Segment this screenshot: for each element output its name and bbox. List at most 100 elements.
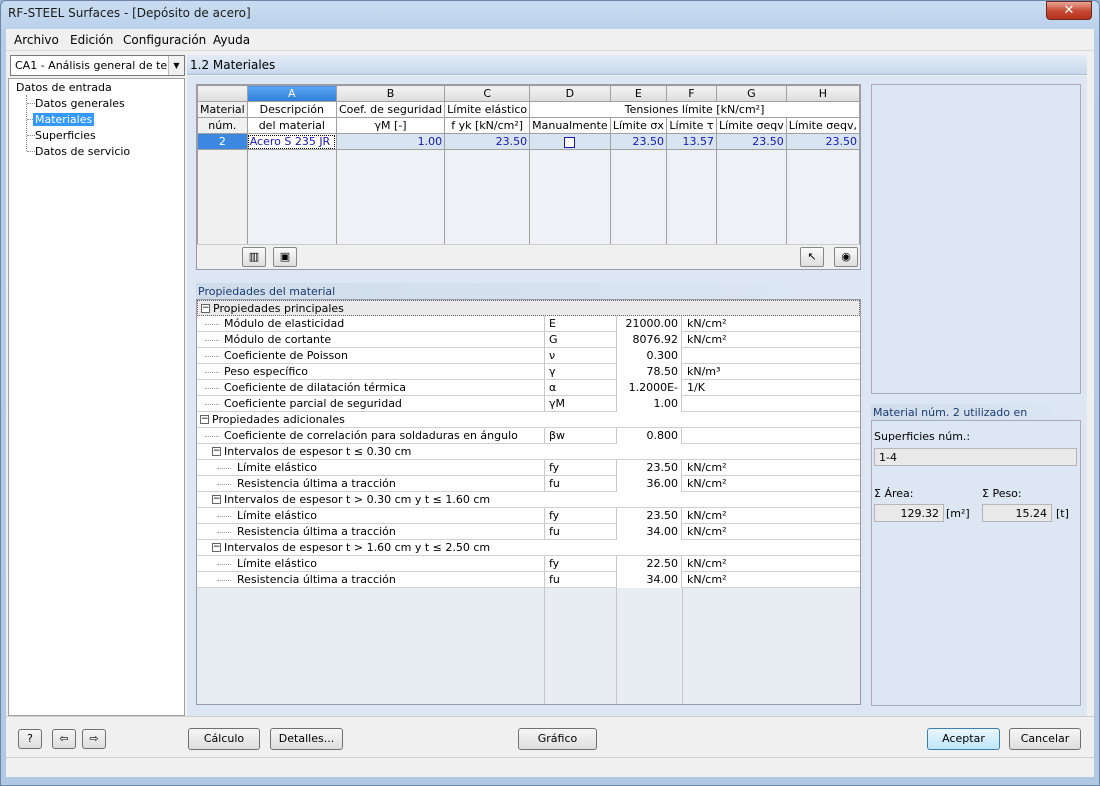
- library-button[interactable]: ▥: [242, 247, 266, 267]
- collapse-icon[interactable]: −: [212, 543, 221, 552]
- collapse-icon[interactable]: −: [200, 415, 209, 424]
- property-group-row[interactable]: − Intervalos de espesor t > 0.30 cm y t ≤…: [197, 492, 860, 508]
- collapse-icon[interactable]: −: [212, 447, 221, 456]
- col-divider: [616, 588, 617, 704]
- property-unit: kN/cm²: [687, 333, 727, 346]
- pick-button[interactable]: ↖: [800, 247, 824, 267]
- export-button[interactable]: ⇨: [82, 729, 106, 749]
- property-value[interactable]: 78.50: [616, 364, 682, 380]
- collapse-icon[interactable]: −: [201, 304, 210, 313]
- property-unit: kN/cm²: [687, 477, 727, 490]
- help-button[interactable]: ?: [18, 729, 42, 749]
- property-group-row[interactable]: − Intervalos de espesor t ≤ 0.30 cm: [197, 444, 860, 460]
- property-group-row[interactable]: − Propiedades principales: [197, 300, 860, 316]
- nav-root-datos-entrada[interactable]: Datos de entrada: [16, 81, 112, 94]
- property-unit: kN/cm²: [687, 509, 727, 522]
- load-case-select[interactable]: CA1 - Análisis general de tensiones ▼: [10, 55, 185, 76]
- col-header-h[interactable]: H: [785, 85, 860, 102]
- col-header-a[interactable]: A: [246, 85, 337, 102]
- property-name: Módulo de elasticidad: [224, 317, 345, 330]
- close-button[interactable]: ✕: [1046, 1, 1092, 20]
- menu-edicion[interactable]: Edición: [70, 33, 113, 47]
- property-value[interactable]: 36.00: [616, 476, 682, 492]
- table-toolbar: ▥ ▣ ↖ ◉: [197, 244, 860, 269]
- col-header-g[interactable]: G: [715, 85, 787, 102]
- cell-divider: [544, 364, 545, 380]
- cell-seqv[interactable]: 23.50: [715, 133, 787, 150]
- tree-line: [217, 564, 231, 565]
- property-value[interactable]: 8076.92: [616, 332, 682, 348]
- col-header-e[interactable]: E: [609, 85, 667, 102]
- col-header-f[interactable]: F: [665, 85, 717, 102]
- sub-header-tau: Límite τ: [665, 117, 717, 134]
- tree-line: [217, 484, 231, 485]
- usage-label: Material núm. 2 utilizado en: [871, 404, 1081, 420]
- property-symbol: fy: [549, 509, 560, 522]
- cell-sx[interactable]: 23.50: [609, 133, 667, 150]
- graph-button[interactable]: Gráfico: [518, 728, 597, 750]
- col-header-b[interactable]: B: [335, 85, 446, 102]
- surfaces-field: 1-4: [874, 448, 1077, 466]
- property-symbol: fu: [549, 477, 560, 490]
- navigation-tree: Datos de entrada Datos generales Materia…: [8, 78, 185, 716]
- property-value[interactable]: 23.50: [616, 508, 682, 524]
- import-icon: ⇦: [59, 732, 69, 745]
- ok-button[interactable]: Aceptar: [927, 728, 1000, 750]
- view-button[interactable]: ◉: [834, 247, 858, 267]
- properties-label: Propiedades del material: [196, 283, 861, 299]
- book-icon: ▥: [248, 250, 260, 263]
- cell-descripcion[interactable]: Acero S 235 JR: [246, 133, 337, 150]
- property-name: Propiedades adicionales: [212, 413, 345, 426]
- property-group-row[interactable]: − Propiedades adicionales: [197, 412, 860, 428]
- nav-item-datos-servicio[interactable]: Datos de servicio: [35, 145, 130, 158]
- import-button[interactable]: ⇦: [52, 729, 76, 749]
- nav-item-superficies[interactable]: Superficies: [35, 129, 96, 142]
- menu-configuracion[interactable]: Configuración: [123, 33, 206, 47]
- property-value[interactable]: 1.2000E-05: [616, 380, 682, 409]
- cell-divider: [544, 508, 545, 524]
- property-name: Resistencia última a tracción: [237, 573, 396, 586]
- property-value[interactable]: 34.00: [616, 572, 682, 588]
- property-unit: kN/m³: [687, 365, 721, 378]
- property-value[interactable]: 34.00: [616, 524, 682, 540]
- cell-tau[interactable]: 13.57: [665, 133, 717, 150]
- property-value[interactable]: 1.00: [616, 396, 682, 412]
- cancel-button[interactable]: Cancelar: [1009, 728, 1081, 750]
- property-value[interactable]: 0.300: [616, 348, 682, 364]
- manual-checkbox[interactable]: [564, 136, 576, 148]
- calc-button[interactable]: Cálculo: [188, 728, 260, 750]
- property-name: Resistencia última a tracción: [237, 525, 396, 538]
- cell-manual[interactable]: [529, 133, 611, 150]
- cell-seqv2[interactable]: 23.50: [785, 133, 860, 150]
- eye-icon: ◉: [841, 250, 851, 263]
- property-value[interactable]: 21000.00: [616, 316, 682, 332]
- collapse-icon[interactable]: −: [212, 495, 221, 504]
- details-button[interactable]: Detalles...: [270, 728, 343, 750]
- property-name: Intervalos de espesor t > 1.60 cm y t ≤ …: [224, 541, 491, 554]
- property-value[interactable]: 23.50: [616, 460, 682, 476]
- col-header-c[interactable]: C: [444, 85, 531, 102]
- property-value[interactable]: 0.800: [616, 428, 682, 444]
- cell-coef[interactable]: 1.00: [335, 133, 446, 150]
- property-unit: kN/cm²: [687, 461, 727, 474]
- cell-divider: [544, 572, 545, 588]
- nav-item-materiales[interactable]: Materiales: [33, 113, 95, 126]
- chevron-down-icon[interactable]: ▼: [168, 56, 184, 75]
- tree-line: [27, 135, 35, 136]
- area-unit: [m²]: [946, 507, 970, 520]
- edit-material-button[interactable]: ▣: [273, 247, 297, 267]
- property-name: Resistencia última a tracción: [237, 477, 396, 490]
- table-row[interactable]: 2 Acero S 235 JR 1.00 23.50 23.50 13.57 …: [197, 133, 860, 150]
- cell-fyk[interactable]: 23.50: [444, 133, 531, 150]
- property-group-row[interactable]: − Intervalos de espesor t > 1.60 cm y t ≤…: [197, 540, 860, 556]
- property-row: Coeficiente parcial de seguridad γM 1.00: [197, 396, 860, 412]
- property-symbol: fy: [549, 461, 560, 474]
- menu-ayuda[interactable]: Ayuda: [213, 33, 250, 47]
- property-row: Resistencia última a tracción fu 34.00 kN/c…: [197, 572, 860, 588]
- col-header-d[interactable]: D: [529, 85, 611, 102]
- area-label: Σ Área:: [874, 487, 914, 500]
- nav-item-datos-generales[interactable]: Datos generales: [35, 97, 125, 110]
- menu-archivo[interactable]: Archivo: [14, 33, 59, 47]
- row-num[interactable]: 2: [197, 133, 248, 150]
- property-value[interactable]: 22.50: [616, 556, 682, 572]
